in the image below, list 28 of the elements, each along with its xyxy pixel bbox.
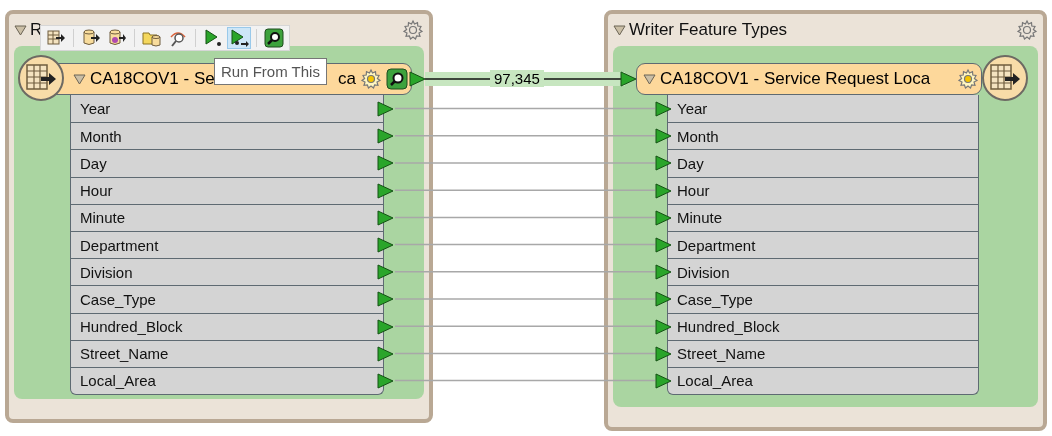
attribute-name: Case_Type xyxy=(80,290,156,308)
panel-title: Writer Feature Types xyxy=(629,20,788,40)
attribute-name: Month xyxy=(80,127,122,145)
attribute-name: Street_Name xyxy=(677,345,766,363)
attribute-name: Day xyxy=(677,154,704,172)
attribute-name: Hour xyxy=(677,182,710,200)
attribute-name: Hundred_Block xyxy=(677,318,780,336)
attribute-name: Street_Name xyxy=(80,345,169,363)
feature-type-name: CA18COV1 - Service Request Loca xyxy=(660,69,932,89)
attribute-name: Month xyxy=(677,127,719,145)
attribute-name: Minute xyxy=(80,209,126,227)
feature-type-name: CA18COV1 - Se xyxy=(90,69,215,89)
attribute-name: Year xyxy=(80,100,111,118)
attribute-name: Local_Area xyxy=(677,372,753,390)
attribute-name: Minute xyxy=(677,209,723,227)
tooltip: Run From This xyxy=(214,58,327,85)
attribute-name: Year xyxy=(677,100,708,118)
attribute-name: Local_Area xyxy=(80,372,156,390)
attribute-name: Case_Type xyxy=(677,290,753,308)
attribute-name: Division xyxy=(677,263,730,281)
feature-count: 97,345 xyxy=(490,70,544,87)
attribute-name: Day xyxy=(80,154,107,172)
attribute-name: Department xyxy=(677,236,756,254)
attribute-name: Hundred_Block xyxy=(80,318,183,336)
attribute-name: Division xyxy=(80,263,133,281)
feature-type-name: ca xyxy=(338,69,356,89)
attribute-name: Hour xyxy=(80,182,113,200)
attribute-name: Department xyxy=(80,236,159,254)
